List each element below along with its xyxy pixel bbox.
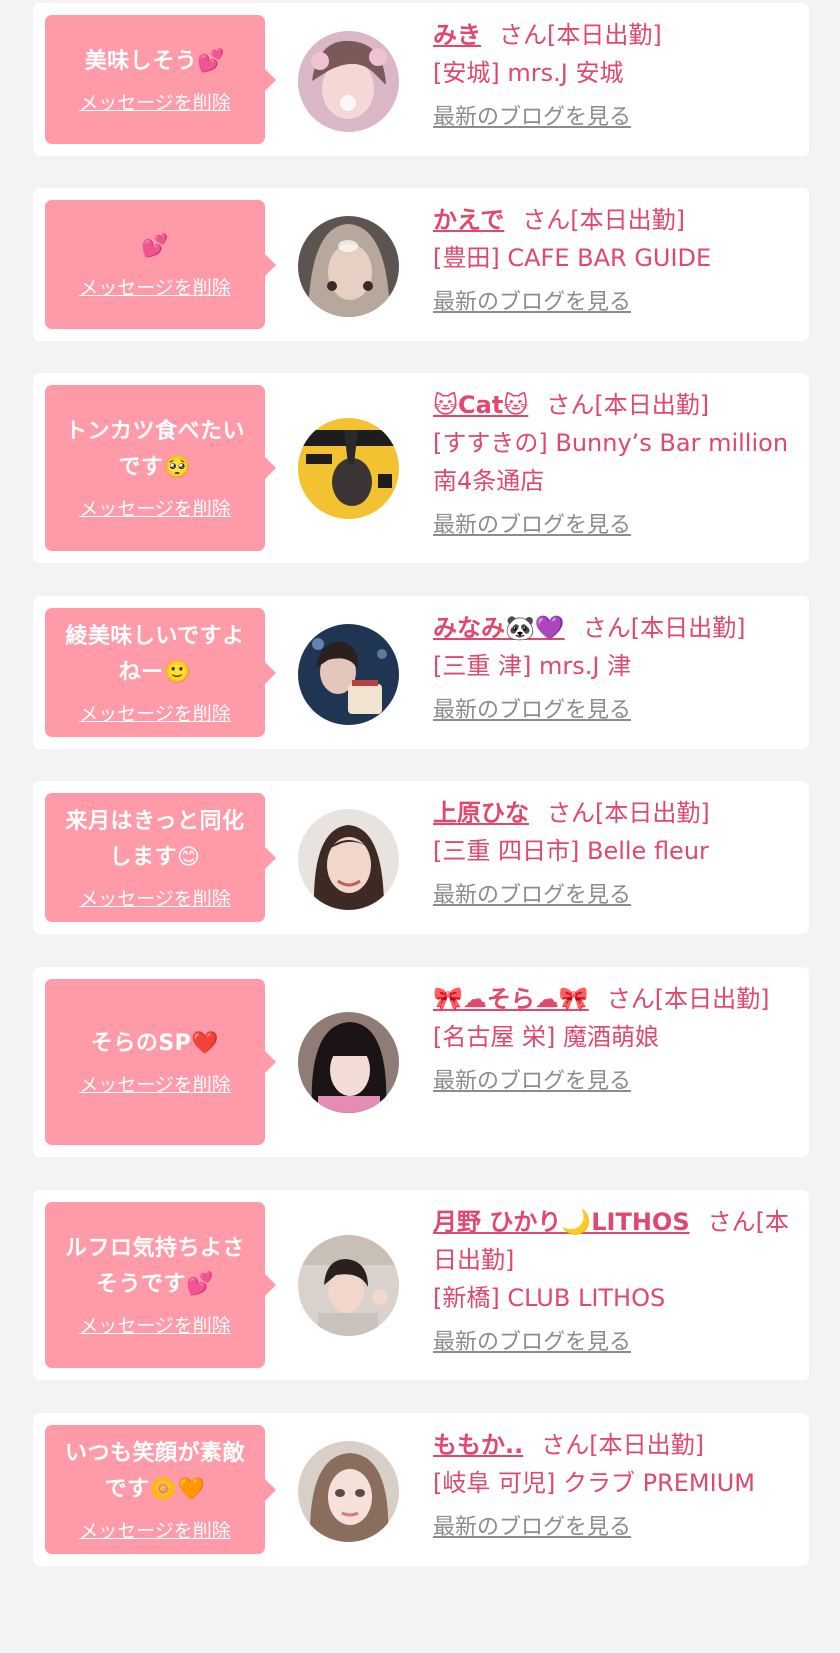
cast-info: 月野 ひかり🌙LITHOS さん[本日出勤] [新橋] CLUB LITHOS 最… (433, 1203, 793, 1359)
cast-status: さん[本日出勤] (582, 614, 746, 642)
delete-message-link[interactable]: メッセージを削除 (79, 275, 231, 301)
message-text: トンカツ食べたいです🥺 (64, 419, 245, 480)
cast-name-link[interactable]: 上原ひな (433, 799, 529, 827)
cast-status: さん[本日出勤] (522, 206, 686, 234)
shop-name: [岐阜 可児] クラブ PREMIUM (433, 1469, 755, 1497)
latest-blog-link[interactable]: 最新のブログを見る (433, 102, 793, 134)
avatar[interactable] (298, 1235, 399, 1336)
delete-message-link[interactable]: メッセージを削除 (79, 90, 231, 116)
message-text: そらのSP❤️ (90, 1031, 220, 1056)
latest-blog-link[interactable]: 最新のブログを見る (433, 510, 793, 542)
cast-info: みなみ🐼💜 さん[本日出勤] [三重 津] mrs.J 津 最新のブログを見る (433, 609, 793, 727)
shop-name: [三重 四日市] Belle fleur (433, 837, 709, 865)
delete-message-link[interactable]: メッセージを削除 (79, 701, 231, 727)
delete-message-link[interactable]: メッセージを削除 (79, 496, 231, 522)
latest-blog-link[interactable]: 最新のブログを見る (433, 1512, 793, 1544)
cast-name-link[interactable]: みなみ🐼💜 (433, 614, 565, 642)
cast-name-link[interactable]: みき (433, 21, 481, 49)
avatar[interactable] (298, 624, 399, 725)
cast-info: みき さん[本日出勤] [安城] mrs.J 安城 最新のブログを見る (433, 16, 793, 134)
cast-status: さん[本日出勤] (546, 391, 710, 419)
avatar-photo (298, 1012, 399, 1113)
avatar-photo (298, 418, 399, 519)
cast-name-link[interactable]: かえで (433, 206, 504, 234)
message-bubble: ルフロ気持ちよさそうです💕 メッセージを削除 (45, 1202, 276, 1368)
cast-name-link[interactable]: 🎀☁そら☁🎀 (433, 985, 589, 1013)
message-bubble: 綾美味しいですよねー🙂 メッセージを削除 (45, 608, 276, 737)
message-card: 来月はきっと同化します😊 メッセージを削除 上原ひな さん[本日出勤] [三重 四… (33, 781, 809, 934)
shop-name: [名古屋 栄] 魔酒萌娘 (433, 1023, 659, 1051)
cast-info: かえで さん[本日出勤] [豊田] CAFE BAR GUIDE 最新のブログを見… (433, 201, 793, 319)
delete-message-link[interactable]: メッセージを削除 (79, 1518, 231, 1544)
avatar[interactable] (298, 1441, 399, 1542)
avatar-photo (298, 31, 399, 132)
message-bubble: 来月はきっと同化します😊 メッセージを削除 (45, 793, 276, 922)
cast-status: さん[本日出勤] (499, 21, 662, 49)
message-bubble: 💕 メッセージを削除 (45, 200, 276, 329)
message-text: いつも笑顔が素敵です🌼🧡 (64, 1440, 245, 1502)
message-card: 綾美味しいですよねー🙂 メッセージを削除 みなみ🐼💜 さん[本日出勤] [三重 津… (33, 596, 809, 749)
message-bubble: いつも笑顔が素敵です🌼🧡 メッセージを削除 (45, 1425, 276, 1554)
cast-info: 🐱Cat🐱 さん[本日出勤] [すすきの] Bunny’s Bar million… (433, 386, 793, 542)
message-text: 💕 (141, 233, 169, 259)
shop-name: [すすきの] Bunny’s Bar million 南4条通店 (433, 429, 789, 495)
message-card: 💕 メッセージを削除 かえで さん[本日出勤] [豊田] CAFE BAR GUI… (33, 188, 809, 341)
latest-blog-link[interactable]: 最新のブログを見る (433, 287, 793, 319)
message-card: いつも笑顔が素敵です🌼🧡 メッセージを削除 ももか.. さん[本日出勤] [岐阜 … (33, 1413, 809, 1566)
avatar-photo (298, 1235, 399, 1336)
message-card: 美味しそう💕 メッセージを削除 みき さん[本日出勤] [安城] mrs.J 安城… (33, 3, 809, 156)
message-bubble: そらのSP❤️ メッセージを削除 (45, 979, 276, 1145)
shop-name: [安城] mrs.J 安城 (433, 59, 624, 87)
avatar[interactable] (298, 1012, 399, 1113)
shop-name: [豊田] CAFE BAR GUIDE (433, 244, 712, 272)
delete-message-link[interactable]: メッセージを削除 (79, 886, 231, 912)
shop-name: [新橋] CLUB LITHOS (433, 1284, 666, 1312)
message-text: 美味しそう💕 (84, 48, 226, 74)
avatar[interactable] (298, 216, 399, 317)
cast-name-link[interactable]: ももか.. (433, 1431, 523, 1459)
message-bubble: 美味しそう💕 メッセージを削除 (45, 15, 276, 144)
message-card: そらのSP❤️ メッセージを削除 🎀☁そら☁🎀 さん[本日出勤] [名古屋 栄] … (33, 967, 809, 1157)
cast-info: 🎀☁そら☁🎀 さん[本日出勤] [名古屋 栄] 魔酒萌娘 最新のブログを見る (433, 980, 793, 1098)
message-card: ルフロ気持ちよさそうです💕 メッセージを削除 月野 ひかり🌙LITHOS さん[本… (33, 1190, 809, 1380)
avatar-photo (298, 624, 399, 725)
cast-name-link[interactable]: 月野 ひかり🌙LITHOS (433, 1208, 690, 1236)
delete-message-link[interactable]: メッセージを削除 (79, 1313, 231, 1339)
message-card: トンカツ食べたいです🥺 メッセージを削除 🐱Cat🐱 さん[本日出勤] [すすきの… (33, 373, 809, 563)
cast-name-link[interactable]: 🐱Cat🐱 (433, 391, 528, 419)
cast-status: さん[本日出勤] (547, 799, 710, 827)
shop-name: [三重 津] mrs.J 津 (433, 652, 632, 680)
avatar[interactable] (298, 809, 399, 910)
avatar[interactable] (298, 418, 399, 519)
latest-blog-link[interactable]: 最新のブログを見る (433, 695, 793, 727)
message-text: ルフロ気持ちよさそうです💕 (64, 1236, 245, 1297)
cast-status: さん[本日出勤] (606, 985, 770, 1013)
avatar[interactable] (298, 31, 399, 132)
latest-blog-link[interactable]: 最新のブログを見る (433, 1066, 793, 1098)
avatar-photo (298, 809, 399, 910)
cast-info: ももか.. さん[本日出勤] [岐阜 可児] クラブ PREMIUM 最新のブログ… (433, 1426, 793, 1544)
message-bubble: トンカツ食べたいです🥺 メッセージを削除 (45, 385, 276, 551)
avatar-photo (298, 1441, 399, 1542)
message-text: 来月はきっと同化します😊 (65, 808, 245, 870)
latest-blog-link[interactable]: 最新のブログを見る (433, 1327, 793, 1359)
delete-message-link[interactable]: メッセージを削除 (79, 1072, 231, 1098)
cast-status: さん[本日出勤] (541, 1431, 704, 1459)
cast-info: 上原ひな さん[本日出勤] [三重 四日市] Belle fleur 最新のブログ… (433, 794, 793, 912)
latest-blog-link[interactable]: 最新のブログを見る (433, 880, 793, 912)
avatar-photo (298, 216, 399, 317)
message-text: 綾美味しいですよねー🙂 (65, 623, 245, 685)
